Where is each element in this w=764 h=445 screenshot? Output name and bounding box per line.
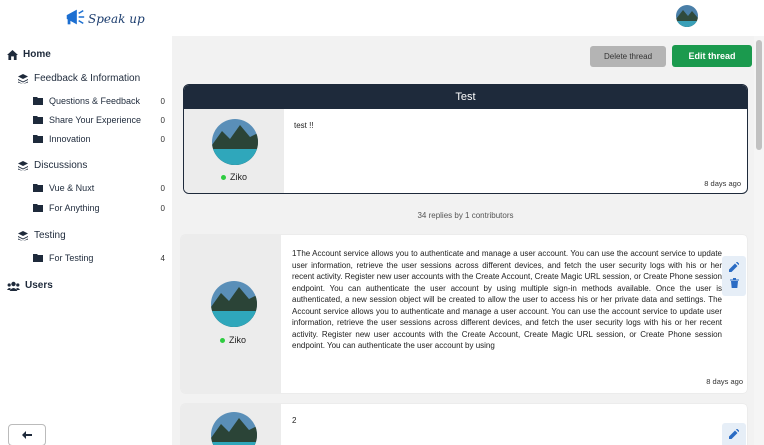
avatar-image-icon: [212, 119, 258, 165]
home-icon: [7, 49, 18, 60]
author-name[interactable]: Ziko: [221, 172, 247, 182]
sidebar-item-for-anything[interactable]: For Anything 0: [33, 203, 165, 213]
avatar-image-icon: [676, 5, 698, 27]
logo-text: Speak up: [88, 12, 145, 26]
thread-date: 8 days ago: [704, 179, 741, 188]
reply-body: 2: [292, 416, 297, 425]
folder-icon: [33, 135, 43, 143]
reply-actions: [722, 423, 746, 445]
sidebar-item-home[interactable]: Home: [7, 49, 51, 60]
layers-icon: [18, 73, 28, 84]
online-status-dot: [221, 174, 226, 180]
author-avatar[interactable]: [211, 412, 257, 445]
author-name-text: Ziko: [230, 172, 248, 182]
sidebar-item-for-testing[interactable]: For Testing 4: [33, 253, 165, 263]
reply-card: Ziko 1The Account service allows you to …: [181, 235, 747, 393]
sidebar-item-label: Share Your Experience: [49, 115, 142, 125]
author-name[interactable]: Ziko: [220, 335, 246, 345]
sidebar-category-feedback[interactable]: Feedback & Information: [18, 73, 140, 84]
users-icon: [7, 281, 20, 291]
sidebar-item-vue-nuxt[interactable]: Vue & Nuxt 0: [33, 183, 165, 193]
author-name-text: Ziko: [229, 335, 247, 345]
folder-icon: [33, 184, 43, 192]
thread-card: Test Ziko test !! 8 days ago: [183, 84, 748, 194]
reply-actions: [722, 256, 746, 296]
sidebar-item-label: Innovation: [49, 134, 91, 144]
top-header: Speak up: [0, 0, 764, 36]
app-logo[interactable]: Speak up: [64, 6, 145, 28]
sidebar-item-count: 0: [160, 115, 165, 125]
reply-body: 1The Account service allows you to authe…: [292, 249, 722, 350]
online-status-dot: [220, 337, 225, 343]
edit-icon[interactable]: [729, 429, 739, 439]
sidebar-item-count: 0: [160, 183, 165, 193]
sidebar-item-label: For Testing: [49, 253, 94, 263]
edit-icon[interactable]: [729, 262, 739, 272]
main-scrollbar[interactable]: [754, 36, 764, 445]
sidebar-item-share-experience[interactable]: Share Your Experience 0: [33, 115, 165, 125]
category-label: Testing: [34, 230, 66, 241]
sidebar-users-label: Users: [25, 280, 53, 291]
avatar-image-icon: [211, 412, 257, 445]
sidebar: Home Feedback & Information Questions & …: [0, 36, 172, 445]
folder-icon: [33, 254, 43, 262]
thread-title: Test: [184, 85, 747, 109]
sidebar-item-questions-feedback[interactable]: Questions & Feedback 0: [33, 96, 165, 106]
layers-icon: [18, 160, 28, 171]
megaphone-icon: [66, 9, 85, 25]
sidebar-item-count: 0: [160, 96, 165, 106]
sidebar-item-label: Questions & Feedback: [49, 96, 141, 106]
sidebar-item-label: Vue & Nuxt: [49, 183, 95, 193]
reply-author-column: [181, 404, 281, 445]
sidebar-home-label: Home: [23, 49, 51, 60]
sidebar-category-discussions[interactable]: Discussions: [18, 160, 87, 171]
replies-summary: 34 replies by 1 contributors: [417, 211, 514, 220]
arrow-left-icon: [22, 431, 32, 439]
sidebar-item-innovation[interactable]: Innovation 0: [33, 134, 165, 144]
layers-icon: [18, 230, 28, 241]
avatar-image-icon: [211, 281, 257, 327]
scrollbar-thumb[interactable]: [756, 40, 762, 150]
back-button[interactable]: [8, 424, 46, 445]
thread-author-column: Ziko: [184, 109, 284, 193]
sidebar-item-count: 0: [160, 134, 165, 144]
reply-date: 8 days ago: [706, 377, 743, 386]
sidebar-category-testing[interactable]: Testing: [18, 230, 66, 241]
edit-thread-button[interactable]: Edit thread: [672, 45, 752, 67]
author-avatar[interactable]: [212, 119, 258, 165]
folder-icon: [33, 116, 43, 124]
sidebar-item-count: 0: [160, 203, 165, 213]
author-avatar[interactable]: [211, 281, 257, 327]
thread-body: test !!: [294, 121, 314, 130]
folder-icon: [33, 204, 43, 212]
sidebar-item-label: For Anything: [49, 203, 100, 213]
trash-icon[interactable]: [729, 278, 739, 288]
sidebar-item-count: 4: [160, 253, 165, 263]
sidebar-item-users[interactable]: Users: [7, 280, 53, 291]
user-avatar[interactable]: [676, 5, 698, 27]
category-label: Discussions: [34, 160, 88, 171]
reply-author-column: Ziko: [181, 235, 281, 393]
folder-icon: [33, 97, 43, 105]
reply-card: 2: [181, 404, 747, 445]
delete-thread-button[interactable]: Delete thread: [590, 46, 666, 67]
category-label: Feedback & Information: [34, 73, 141, 84]
